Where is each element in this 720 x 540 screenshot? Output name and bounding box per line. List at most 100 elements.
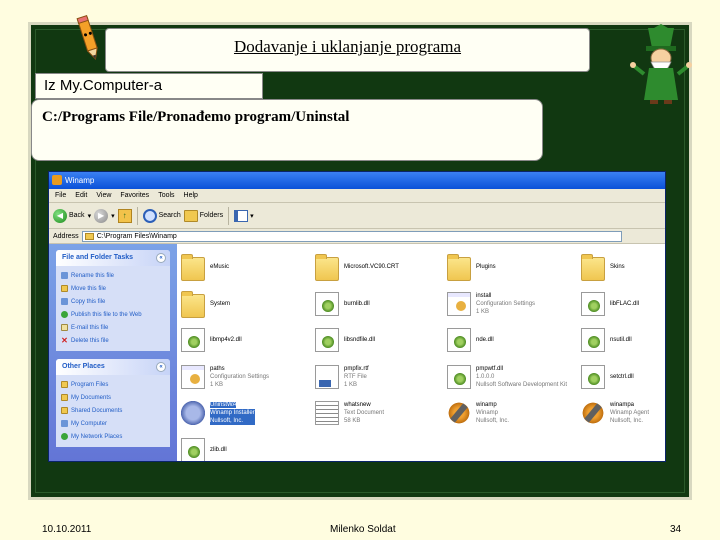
file-item[interactable]: nde.dll (447, 323, 577, 357)
task-move[interactable]: Move this file (61, 282, 165, 295)
file-label: winamp Winamp Nullsoft, Inc. (476, 401, 509, 425)
file-name: System (210, 300, 231, 307)
task-email[interactable]: E-mail this file (61, 321, 165, 334)
forward-button[interactable]: ▶ (94, 208, 109, 223)
footer-date: 10.10.2011 (42, 524, 92, 535)
other-places-header[interactable]: Other Places « (56, 359, 170, 375)
menu-edit[interactable]: Edit (75, 189, 87, 202)
subtitle-box: Iz My.Computer-a (35, 73, 263, 99)
dll-file-icon (447, 364, 471, 389)
task-delete[interactable]: ✕ Delete this file (61, 334, 165, 347)
file-meta: RTF File (344, 373, 367, 380)
address-value: C:\Program Files\Winamp (96, 232, 177, 240)
network-icon (61, 433, 68, 440)
file-item[interactable]: nsutil.dll (581, 323, 665, 357)
file-label: pmpfix.rtf RTF File 1 KB (344, 365, 369, 389)
winamp-exe-icon (581, 401, 605, 425)
file-item[interactable]: libFLAC.dll (581, 287, 665, 321)
address-label: Address (53, 232, 79, 240)
menu-tools[interactable]: Tools (158, 189, 174, 202)
file-item[interactable]: zlib.dll (181, 433, 311, 461)
collapse-icon[interactable]: « (156, 253, 166, 263)
views-icon (234, 209, 249, 222)
file-meta: Configuration Settings (476, 300, 536, 307)
file-name: UninstWA (210, 402, 237, 408)
file-item[interactable]: Plugins (447, 250, 577, 284)
place-program-files[interactable]: Program Files (61, 378, 165, 391)
place-my-computer[interactable]: My Computer (61, 417, 165, 430)
place-my-documents[interactable]: My Documents (61, 391, 165, 404)
up-button[interactable]: ↑ (117, 208, 132, 223)
toolbar: ◀ Back ▾ ▶ ▾ ↑ Search Folders ▾ (49, 203, 665, 229)
file-item[interactable]: Skins (581, 250, 665, 284)
file-label: paths Configuration Settings 1 KB (210, 365, 269, 389)
file-item[interactable]: libmp4v2.dll (181, 323, 311, 357)
file-item[interactable]: winamp Winamp Nullsoft, Inc. (447, 396, 577, 430)
collapse-icon[interactable]: « (156, 362, 166, 372)
menu-help[interactable]: Help (184, 189, 198, 202)
file-label: System (210, 300, 230, 308)
file-label: burnlib.dll (344, 300, 370, 308)
back-button[interactable]: ◀ Back (53, 208, 85, 223)
file-label: nde.dll (476, 336, 494, 344)
slide: Dodavanje i uklanjanje programa Iz My.Co… (0, 0, 720, 540)
file-item[interactable]: setctrl.dll (581, 360, 665, 394)
task-rename[interactable]: Rename this file (61, 269, 165, 282)
file-item[interactable]: winampa Winamp Agent Nullsoft, Inc. (581, 396, 665, 430)
file-item[interactable]: pmpwtf.dll 1.0.0.0 Nullsoft Software Devel… (447, 360, 577, 394)
file-item[interactable]: pmpfix.rtf RTF File 1 KB (315, 360, 445, 394)
file-name: libFLAC.dll (610, 300, 640, 307)
file-meta: 1 KB (476, 308, 490, 315)
folder-icon (61, 407, 68, 414)
menu-view[interactable]: View (96, 189, 111, 202)
file-label: setctrl.dll (610, 373, 634, 381)
file-item[interactable]: UninstWA Winamp Installer Nullsoft, Inc. (181, 396, 311, 430)
file-label: UninstWA Winamp Installer Nullsoft, Inc. (210, 401, 255, 425)
menubar: File Edit View Favorites Tools Help (49, 189, 665, 203)
dropdown-icon[interactable]: ▾ (88, 212, 92, 220)
task-publish[interactable]: Publish this file to the Web (61, 308, 165, 321)
dll-file-icon (181, 328, 205, 352)
file-name: paths (210, 365, 225, 372)
menu-file[interactable]: File (55, 189, 66, 202)
file-meta: Nullsoft Software Development Kit (476, 381, 568, 388)
file-meta: Configuration Settings (210, 373, 270, 380)
file-item[interactable]: eMusic (181, 250, 311, 284)
folders-button[interactable]: Folders (183, 209, 223, 222)
settings-file-icon (181, 364, 205, 389)
file-label: libmp4v2.dll (210, 336, 242, 344)
window-titlebar[interactable]: Winamp (49, 172, 665, 189)
address-field[interactable]: C:\Program Files\Winamp (81, 230, 622, 242)
text-file-icon (315, 401, 339, 425)
file-item[interactable]: burnlib.dll (315, 287, 445, 321)
search-button[interactable]: Search (142, 208, 181, 223)
file-meta: 1.0.0.0 (476, 373, 495, 380)
file-tasks-header[interactable]: File and Folder Tasks « (56, 250, 170, 266)
place-shared-documents[interactable]: Shared Documents (61, 404, 165, 417)
dropdown-icon[interactable]: ▾ (111, 212, 115, 220)
explorer-window: Winamp File Edit View Favorites Tools He… (48, 171, 666, 462)
settings-file-icon (447, 291, 471, 316)
file-name: nsutil.dll (610, 337, 632, 343)
title-box: Dodavanje i uklanjanje programa (105, 28, 590, 72)
file-item[interactable]: whatsnew Text Document 58 KB (315, 396, 445, 430)
file-item[interactable]: System (181, 287, 311, 321)
file-item[interactable]: paths Configuration Settings 1 KB (181, 360, 311, 394)
file-item[interactable]: Microsoft.VC90.CRT (315, 250, 445, 284)
copy-icon (61, 298, 68, 305)
menu-favorites[interactable]: Favorites (120, 189, 149, 202)
footer-author: Milenko Soldat (330, 524, 396, 535)
file-item[interactable]: libsndfile.dll (315, 323, 445, 357)
views-button[interactable]: ▾ (234, 209, 254, 222)
file-list: eMusic Microsoft.VC90.CRT Plugins Skins Syst… (177, 244, 665, 461)
file-name: pmpwtf.dll (476, 365, 504, 372)
back-arrow-icon: ◀ (53, 208, 67, 223)
place-network[interactable]: My Network Places (61, 430, 165, 443)
file-label: zlib.dll (210, 446, 227, 454)
computer-icon (61, 420, 68, 427)
delete-icon: ✕ (61, 336, 68, 345)
file-label: winampa Winamp Agent Nullsoft, Inc. (610, 401, 649, 425)
file-item[interactable]: install Configuration Settings 1 KB (447, 287, 577, 321)
task-copy[interactable]: Copy this file (61, 295, 165, 308)
file-meta: Winamp Agent (610, 410, 650, 416)
